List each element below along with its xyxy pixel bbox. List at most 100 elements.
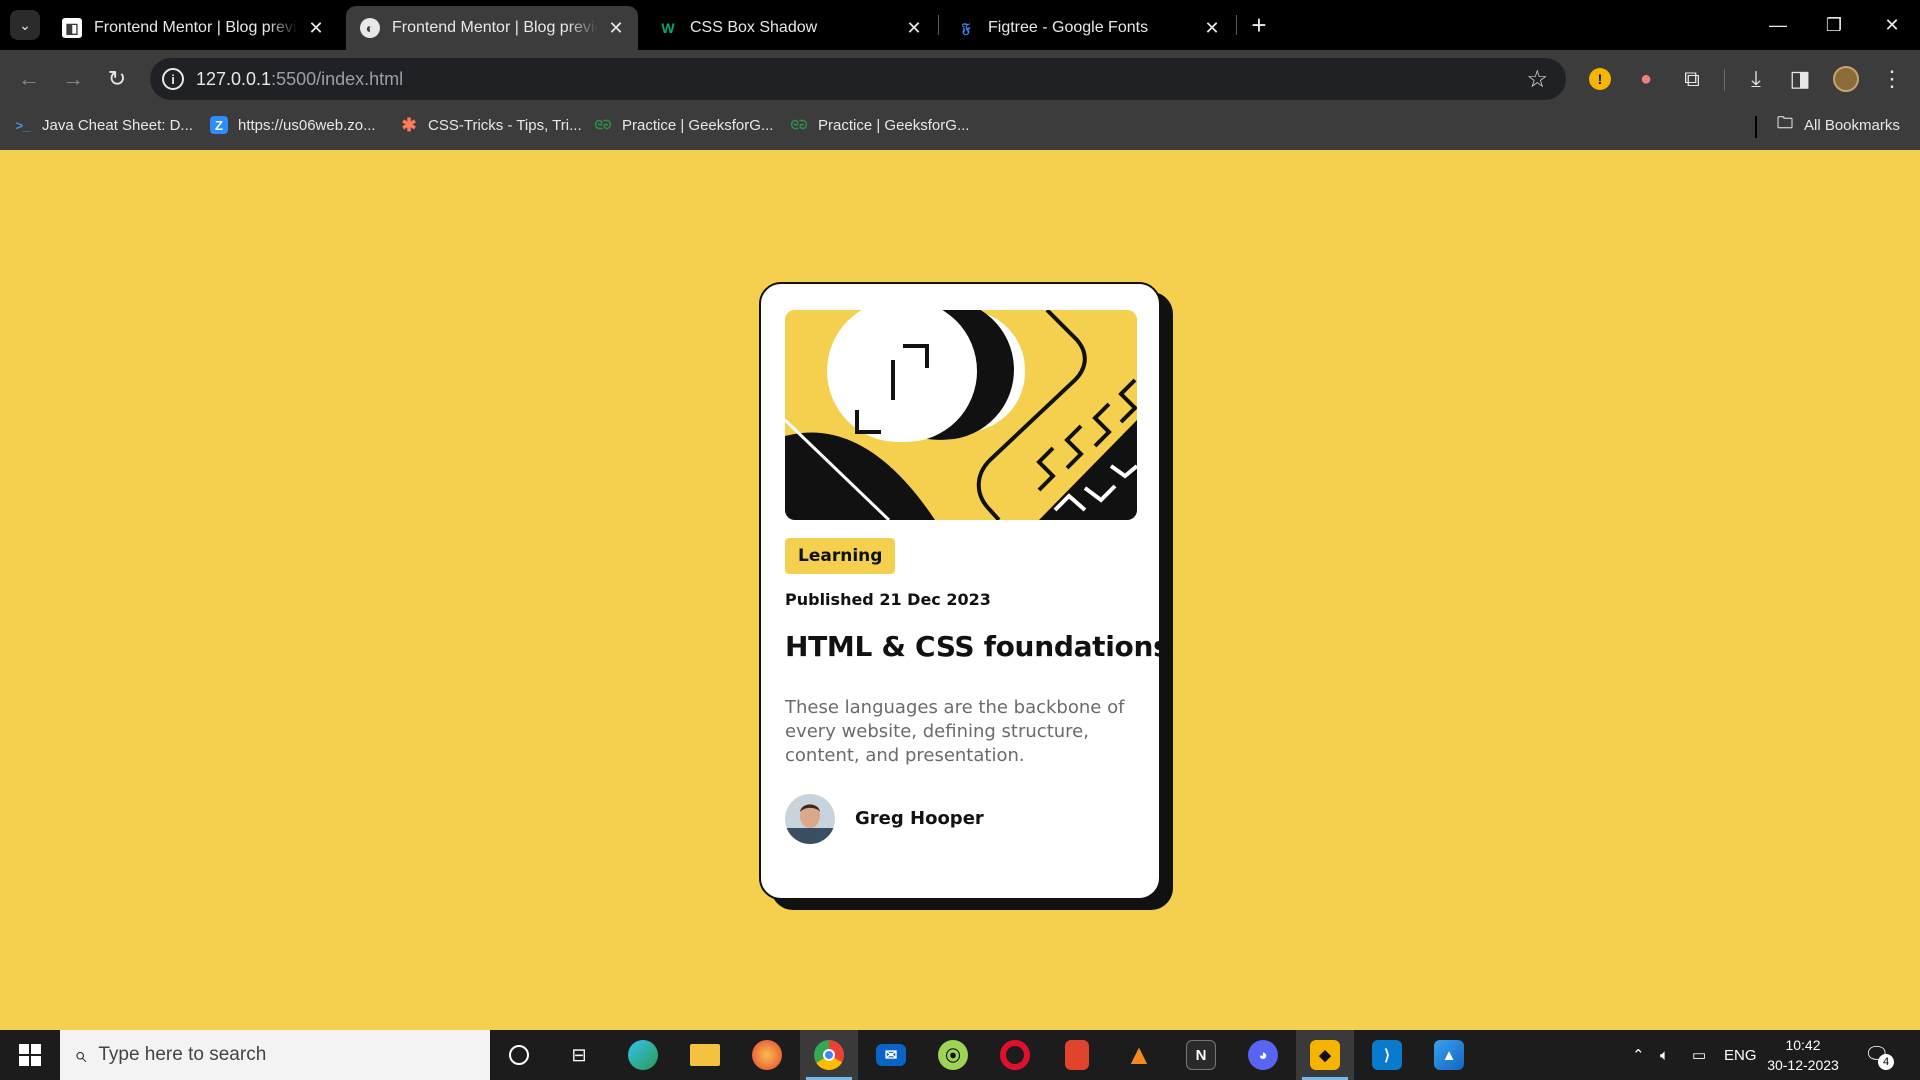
minimize-icon[interactable]: — [1758, 8, 1798, 42]
tab-separator [1236, 15, 1237, 35]
address-bar[interactable]: i 127.0.0.1:5500/index.html ☆ [150, 58, 1566, 100]
tab-4[interactable]: 𝔉 Figtree - Google Fonts ✕ [942, 6, 1234, 50]
close-tab-button[interactable]: ✕ [1202, 18, 1222, 39]
language-indicator[interactable]: ENG [1724, 1030, 1757, 1080]
mail-icon[interactable]: ✉ [862, 1030, 920, 1080]
chevron-down-icon: ⌄ [19, 16, 31, 33]
close-tab-button[interactable]: ✕ [904, 18, 924, 39]
published-date: Published 21 Dec 2023 [785, 590, 991, 609]
search-placeholder: Type here to search [98, 1044, 267, 1065]
extension-brain-icon[interactable]: ● [1630, 63, 1662, 95]
close-tab-button[interactable]: ✕ [606, 18, 626, 39]
site-info-icon[interactable]: i [162, 68, 184, 90]
illustration-graphic [785, 310, 1137, 520]
bookmark-item[interactable]: Z https://us06web.zo... [210, 108, 376, 142]
clock-date: 30-12-2023 [1767, 1057, 1839, 1073]
battery-icon[interactable]: ▭ [1692, 1030, 1706, 1080]
notification-count-badge: 4 [1878, 1054, 1894, 1070]
bookmarks-divider [1755, 116, 1757, 138]
search-icon: ⌕ [74, 1042, 87, 1067]
card-title[interactable]: HTML & CSS foundations [785, 630, 1170, 663]
bookmark-label: Practice | GeeksforG... [622, 116, 774, 134]
bookmark-item[interactable]: >_ Java Cheat Sheet: D... [14, 108, 193, 142]
tab-title: CSS Box Shadow [690, 19, 818, 36]
zoom-icon: Z [210, 116, 228, 134]
forward-icon[interactable]: → [58, 64, 88, 94]
bookmark-label: CSS-Tricks - Tips, Tri... [428, 116, 582, 134]
tray-overflow-icon[interactable]: ⌃ [1632, 1030, 1645, 1080]
bookmark-item[interactable]: ᘓᘒ Practice | GeeksforG... [790, 108, 970, 142]
bookmark-star-icon[interactable]: ☆ [1526, 65, 1548, 94]
clock-time: 10:42 [1785, 1037, 1821, 1053]
browser-toolbar: ← → ↻ i 127.0.0.1:5500/index.html ☆ ! ● … [0, 50, 1920, 108]
vscode-icon[interactable]: ⟩ [1358, 1030, 1416, 1080]
photos-icon[interactable]: ▲ [1420, 1030, 1478, 1080]
file-explorer-icon[interactable] [676, 1030, 734, 1080]
system-clock[interactable]: 10:42 30-12-2023 [1766, 1035, 1840, 1075]
tab-2-active[interactable]: ◐ Frontend Mentor | Blog preview card ✕ [346, 6, 638, 50]
geeksforgeeks-icon: ᘓᘒ [594, 117, 612, 132]
chrome-icon[interactable] [800, 1030, 858, 1080]
card-illustration [785, 310, 1137, 520]
bookmark-item[interactable]: ᘓᘒ Practice | GeeksforG... [594, 108, 774, 142]
profile-avatar[interactable] [1830, 63, 1862, 95]
css-tricks-icon: ✱ [401, 114, 417, 135]
bookmarks-bar: >_ Java Cheat Sheet: D... Z https://us06… [0, 108, 1920, 150]
folder-icon: 🗀 [1776, 114, 1793, 132]
notification-center-icon[interactable]: 🗨︎ 4 [1864, 1042, 1896, 1070]
close-tab-button[interactable]: ✕ [306, 18, 326, 39]
author-name: Greg Hooper [855, 808, 984, 829]
extensions-puzzle-icon[interactable]: ⧉ [1676, 63, 1708, 95]
author-avatar [785, 794, 835, 844]
menu-kebab-icon[interactable]: ⋮ [1876, 63, 1908, 95]
reload-icon[interactable]: ↻ [102, 64, 132, 94]
terminal-icon: >_ [15, 117, 31, 133]
url-host: 127.0.0.1 [196, 69, 272, 89]
cortana-icon[interactable] [490, 1030, 548, 1080]
windows-taskbar: ⌕ Type here to search ⊟ ✉ ⦿ ▲ N ◕ ◆ ⟩ ▲ … [0, 1030, 1920, 1080]
page-icon: ◐ [360, 18, 380, 38]
url-text: 127.0.0.1:5500/index.html [196, 69, 403, 90]
tab-title: Frontend Mentor | Blog preview card [392, 19, 598, 36]
blog-preview-card: Learning Published 21 Dec 2023 HTML & CS… [759, 282, 1170, 900]
bookmark-item[interactable]: ✱ CSS-Tricks - Tips, Tri... [400, 108, 582, 142]
tab-separator [938, 15, 939, 35]
card-excerpt: These languages are the backbone of ever… [785, 697, 1125, 766]
tab-title: Figtree - Google Fonts [988, 19, 1149, 36]
restore-icon[interactable]: ❐ [1814, 8, 1854, 42]
task-view-icon[interactable]: ⊟ [550, 1030, 608, 1080]
geeksforgeeks-icon: ᘓᘒ [790, 117, 808, 132]
toolbar-separator [1724, 69, 1725, 91]
vlc-icon[interactable]: ▲ [1110, 1030, 1168, 1080]
brave-icon[interactable]: ◆ [1296, 1030, 1354, 1080]
office-icon[interactable] [1048, 1030, 1106, 1080]
frontend-mentor-icon: ◧ [62, 18, 82, 38]
discord-icon[interactable]: ◕ [1234, 1030, 1292, 1080]
bookmark-label: https://us06web.zo... [238, 116, 376, 134]
tab-3[interactable]: W CSS Box Shadow ✕ [644, 6, 936, 50]
bookmark-label: Practice | GeeksforG... [818, 116, 970, 134]
new-tab-button[interactable]: + [1244, 10, 1274, 40]
all-bookmarks-label: All Bookmarks [1804, 116, 1900, 134]
side-panel-icon[interactable]: ◨ [1784, 63, 1816, 95]
notion-icon[interactable]: N [1172, 1030, 1230, 1080]
google-fonts-icon: 𝔉 [961, 19, 971, 36]
tab-1[interactable]: ◧ Frontend Mentor | Blog preview card ✕ [48, 6, 338, 50]
tab-strip: ⌄ ◧ Frontend Mentor | Blog preview card … [0, 0, 1920, 50]
taskbar-search-input[interactable]: ⌕ Type here to search [60, 1030, 490, 1080]
tab-search-button[interactable]: ⌄ [10, 10, 40, 40]
firefox-icon[interactable] [738, 1030, 796, 1080]
edge-icon[interactable] [614, 1030, 672, 1080]
all-bookmarks-button[interactable]: 🗀 All Bookmarks [1776, 108, 1900, 142]
windows-start-icon[interactable] [0, 1030, 60, 1080]
back-icon[interactable]: ← [14, 64, 44, 94]
xbox-game-bar-icon[interactable]: ⦿ [924, 1030, 982, 1080]
volume-icon[interactable]: 🔈︎ [1660, 1030, 1669, 1080]
category-tag: Learning [785, 538, 896, 574]
downloads-icon[interactable]: ⤓ [1740, 63, 1772, 95]
opera-icon[interactable] [986, 1030, 1044, 1080]
bookmark-label: Java Cheat Sheet: D... [42, 116, 193, 134]
tab-title: Frontend Mentor | Blog preview card [94, 19, 298, 36]
close-window-icon[interactable]: ✕ [1872, 8, 1912, 42]
extension-honey-icon[interactable]: ! [1584, 63, 1616, 95]
